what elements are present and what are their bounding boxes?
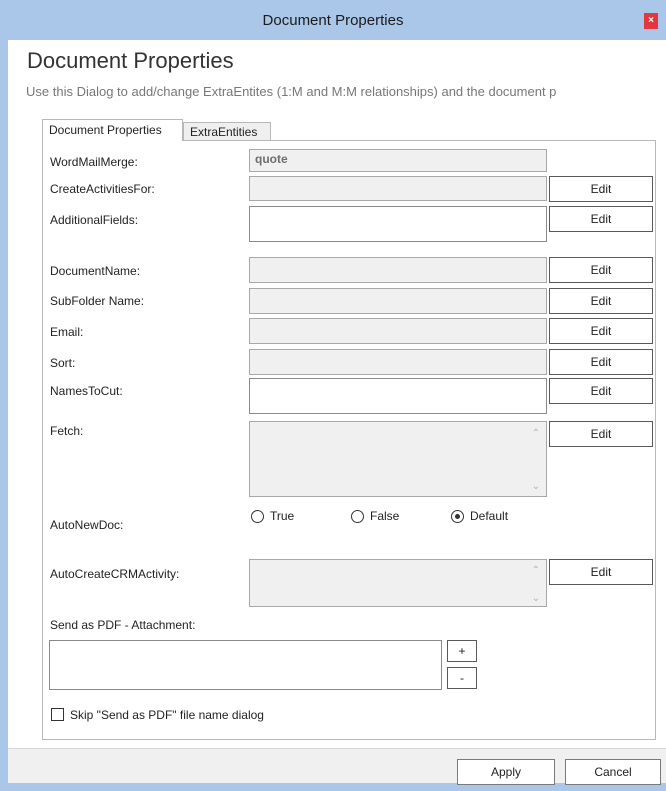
email-edit-button[interactable]: Edit xyxy=(549,318,653,344)
tab-document-properties[interactable]: Document Properties xyxy=(42,119,183,141)
page-title: Document Properties xyxy=(27,48,234,73)
subfolder-name-field[interactable] xyxy=(249,288,547,314)
auto-create-crm-activity-textarea[interactable]: ⌃ ⌄ xyxy=(249,559,547,607)
document-name-field[interactable] xyxy=(249,257,547,283)
chevron-up-icon[interactable]: ⌃ xyxy=(530,565,542,576)
radio-false-label: False xyxy=(370,509,400,523)
radio-false-circle[interactable] xyxy=(351,509,364,523)
chevron-down-icon[interactable]: ⌄ xyxy=(530,593,542,604)
cancel-button[interactable]: Cancel xyxy=(565,759,661,785)
dialog-footer: Apply Cancel xyxy=(8,748,666,785)
additional-fields-field[interactable] xyxy=(249,206,547,242)
skip-pdf-dialog-checkbox[interactable] xyxy=(51,708,64,721)
window-title: Document Properties xyxy=(262,12,404,29)
names-to-cut-label: NamesToCut: xyxy=(50,384,123,398)
fetch-edit-button[interactable]: Edit xyxy=(549,421,653,447)
fetch-label: Fetch: xyxy=(50,424,84,438)
sort-label: Sort: xyxy=(50,356,76,370)
sort-edit-button[interactable]: Edit xyxy=(549,349,653,375)
radio-true[interactable]: True xyxy=(251,509,294,523)
fetch-textarea[interactable]: ⌃ ⌄ xyxy=(249,421,547,497)
radio-false[interactable]: False xyxy=(351,509,399,523)
auto-new-doc-label: AutoNewDoc: xyxy=(50,518,124,532)
sort-field[interactable] xyxy=(249,349,547,375)
send-as-pdf-label: Send as PDF - Attachment: xyxy=(50,618,196,632)
pdf-attachment-list[interactable] xyxy=(49,640,442,690)
auto-create-crm-activity-edit-button[interactable]: Edit xyxy=(549,559,653,585)
document-name-label: DocumentName: xyxy=(50,264,141,278)
document-name-edit-button[interactable]: Edit xyxy=(549,257,653,283)
radio-true-circle[interactable] xyxy=(251,509,264,523)
create-activities-for-edit-button[interactable]: Edit xyxy=(549,176,653,202)
radio-default[interactable]: Default xyxy=(451,509,508,523)
close-button[interactable]: × xyxy=(644,13,658,29)
names-to-cut-edit-button[interactable]: Edit xyxy=(549,378,653,404)
additional-fields-label: AdditionalFields: xyxy=(50,213,139,227)
radio-true-label: True xyxy=(270,509,295,523)
add-attachment-button[interactable]: + xyxy=(447,640,477,662)
skip-pdf-dialog-label: Skip "Send as PDF" file name dialog xyxy=(70,708,264,722)
radio-default-circle[interactable] xyxy=(451,509,464,523)
chevron-up-icon[interactable]: ⌃ xyxy=(530,428,542,439)
apply-button[interactable]: Apply xyxy=(457,759,555,785)
create-activities-for-label: CreateActivitiesFor: xyxy=(50,182,155,196)
subfolder-name-edit-button[interactable]: Edit xyxy=(549,288,653,314)
email-field[interactable] xyxy=(249,318,547,344)
names-to-cut-field[interactable] xyxy=(249,378,547,414)
email-label: Email: xyxy=(50,325,84,339)
subfolder-name-label: SubFolder Name: xyxy=(50,294,145,308)
dialog-window: Document Properties × Document Propertie… xyxy=(0,0,666,791)
remove-attachment-button[interactable]: - xyxy=(447,667,477,689)
word-mail-merge-label: WordMailMerge: xyxy=(50,155,138,169)
additional-fields-edit-button[interactable]: Edit xyxy=(549,206,653,232)
tab-extraentities[interactable]: ExtraEntities xyxy=(183,122,271,141)
page-subtitle: Use this Dialog to add/change ExtraEntit… xyxy=(26,84,557,99)
title-bar[interactable]: Document Properties × xyxy=(0,0,666,40)
word-mail-merge-value: quote xyxy=(255,152,288,166)
create-activities-for-field[interactable] xyxy=(249,176,547,201)
chevron-down-icon[interactable]: ⌄ xyxy=(530,481,542,492)
auto-create-crm-activity-label: AutoCreateCRMActivity: xyxy=(50,567,180,581)
radio-default-label: Default xyxy=(470,509,509,523)
word-mail-merge-field[interactable]: quote xyxy=(249,149,547,172)
